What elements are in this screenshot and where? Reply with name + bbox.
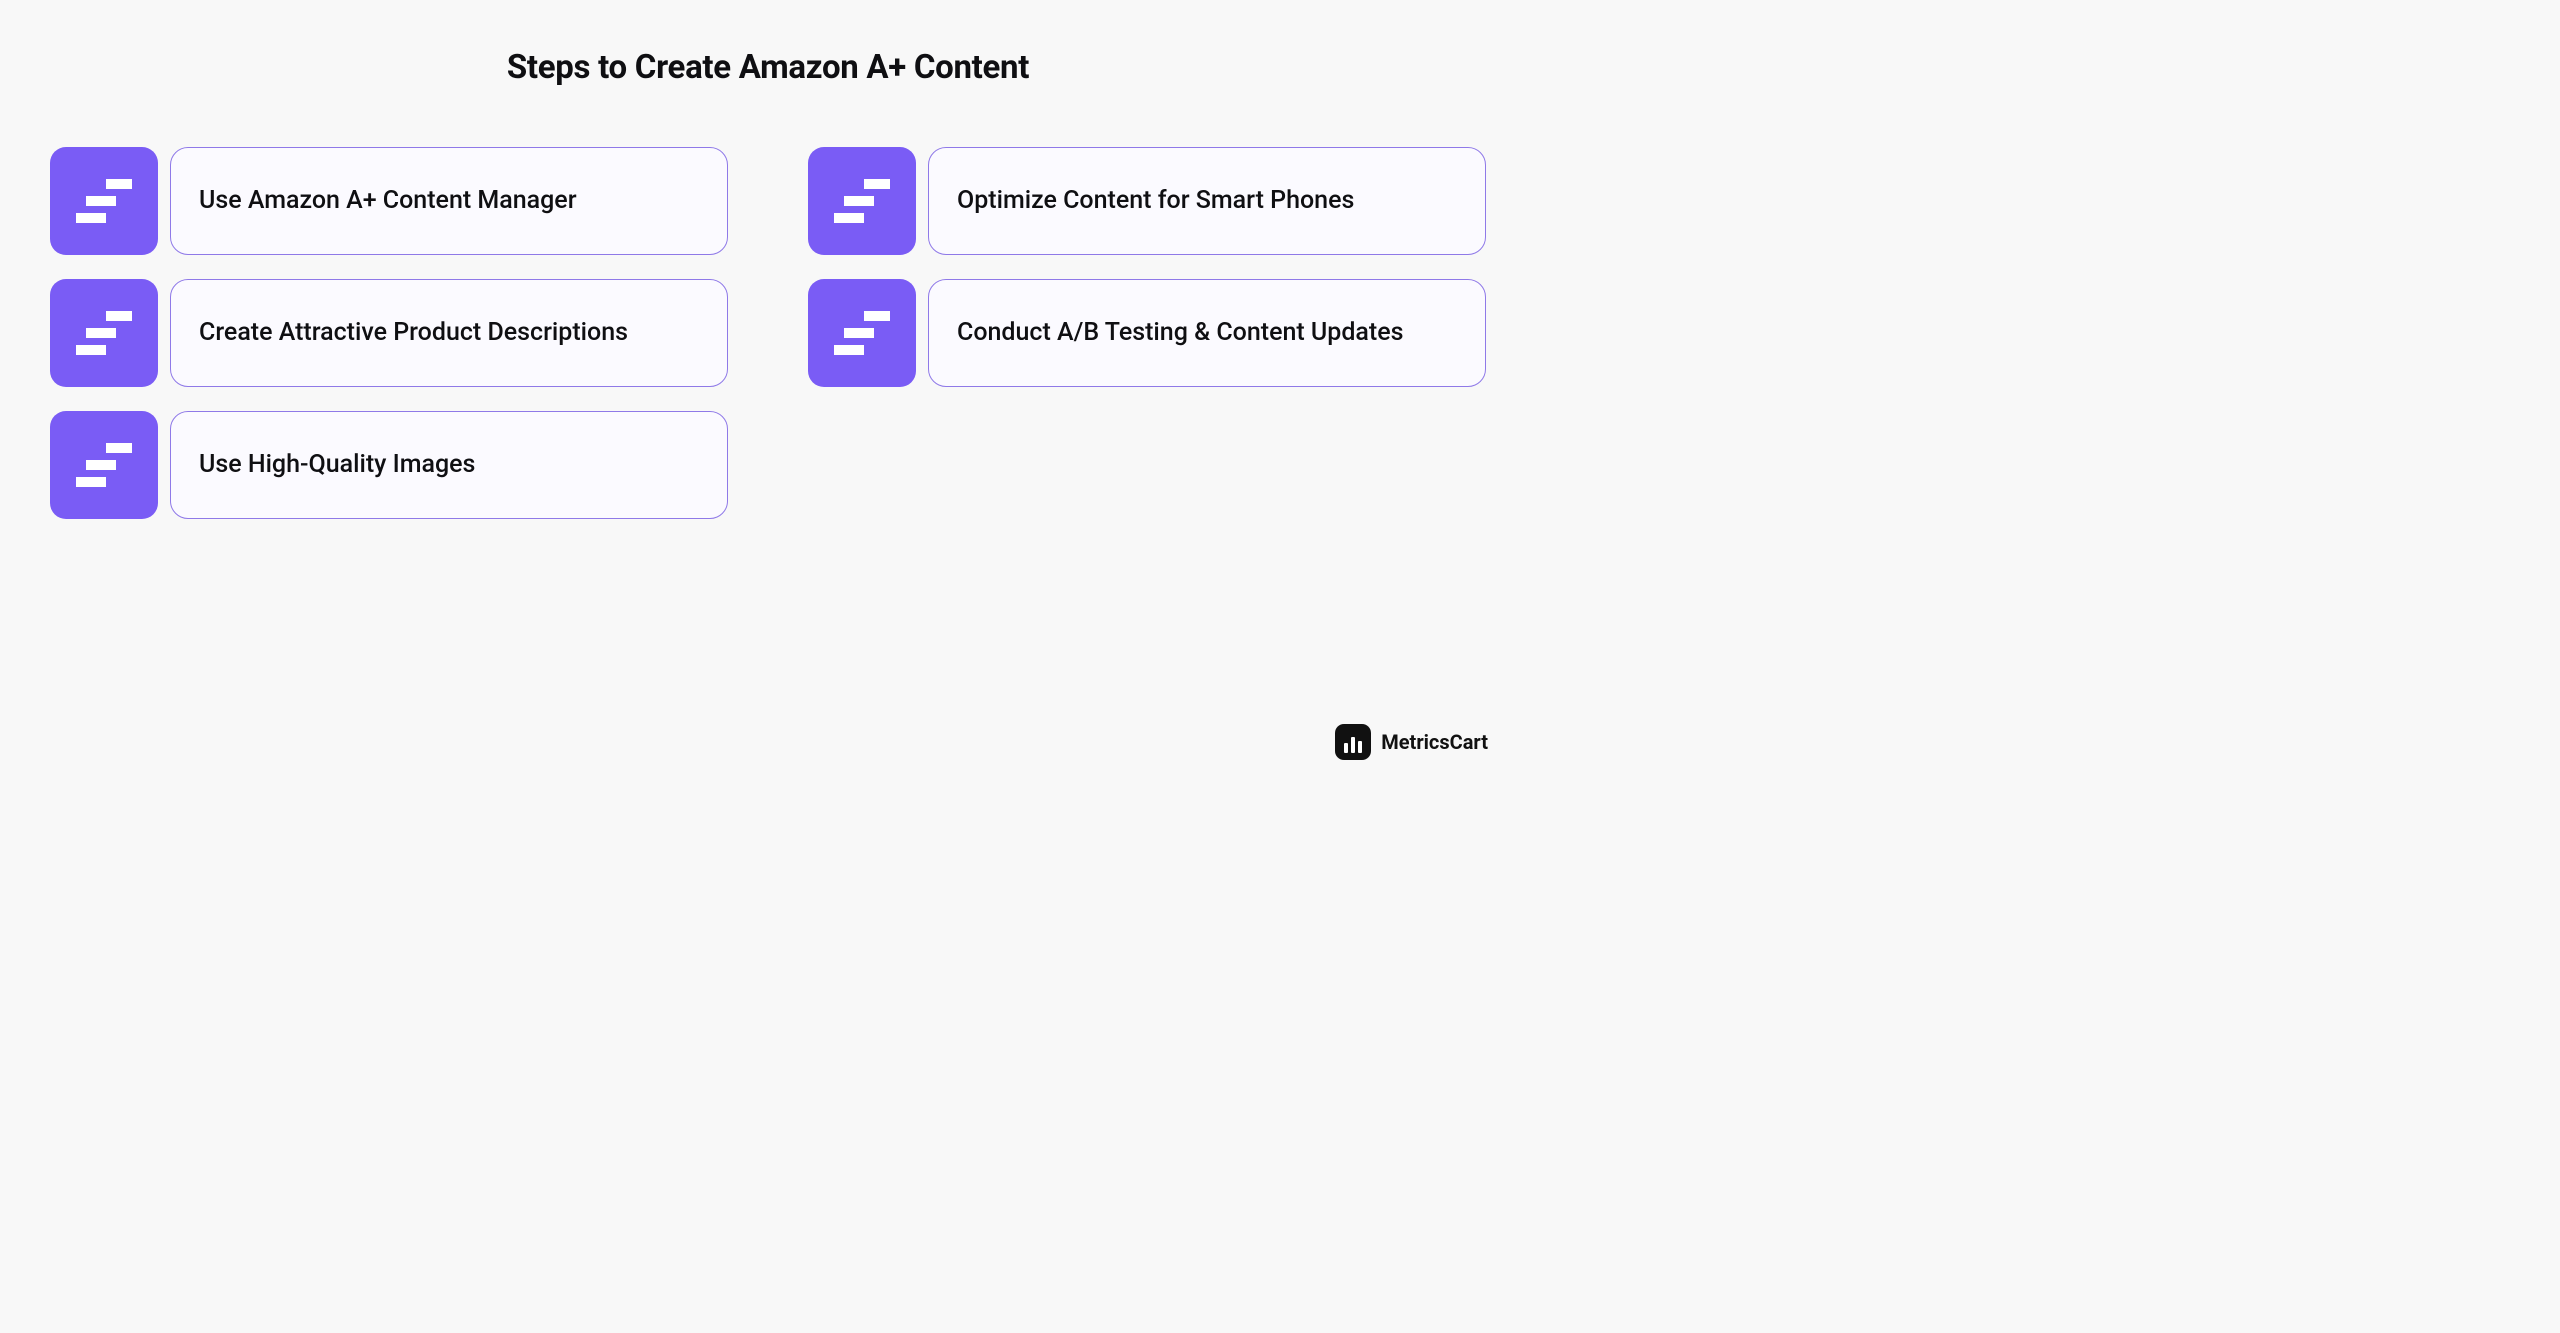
brand-name: MetricsCart: [1381, 730, 1488, 754]
step-icon-box: [808, 279, 916, 387]
step-card: Use Amazon A+ Content Manager: [170, 147, 728, 255]
step-icon-box: [50, 279, 158, 387]
step-card: Use High-Quality Images: [170, 411, 728, 519]
step-card: Create Attractive Product Descriptions: [170, 279, 728, 387]
step-item: Optimize Content for Smart Phones: [808, 147, 1486, 255]
step-label: Optimize Content for Smart Phones: [957, 184, 1354, 218]
stairs-icon: [76, 311, 132, 355]
stairs-icon: [76, 443, 132, 487]
brand-logo: MetricsCart: [1335, 724, 1488, 760]
step-icon-box: [808, 147, 916, 255]
page-title: Steps to Create Amazon A+ Content: [0, 0, 1536, 87]
step-label: Conduct A/B Testing & Content Updates: [957, 316, 1403, 350]
step-item: Create Attractive Product Descriptions: [50, 279, 728, 387]
step-card: Optimize Content for Smart Phones: [928, 147, 1486, 255]
stairs-icon: [76, 179, 132, 223]
step-item: Use Amazon A+ Content Manager: [50, 147, 728, 255]
left-column: Use Amazon A+ Content Manager Create Att…: [50, 147, 728, 519]
step-card: Conduct A/B Testing & Content Updates: [928, 279, 1486, 387]
bar-chart-icon: [1335, 724, 1371, 760]
step-item: Use High-Quality Images: [50, 411, 728, 519]
stairs-icon: [834, 311, 890, 355]
step-icon-box: [50, 411, 158, 519]
step-label: Use Amazon A+ Content Manager: [199, 184, 577, 218]
step-item: Conduct A/B Testing & Content Updates: [808, 279, 1486, 387]
right-column: Optimize Content for Smart Phones Conduc…: [808, 147, 1486, 387]
step-label: Create Attractive Product Descriptions: [199, 316, 628, 350]
step-label: Use High-Quality Images: [199, 448, 475, 482]
stairs-icon: [834, 179, 890, 223]
step-icon-box: [50, 147, 158, 255]
steps-columns: Use Amazon A+ Content Manager Create Att…: [0, 87, 1536, 519]
